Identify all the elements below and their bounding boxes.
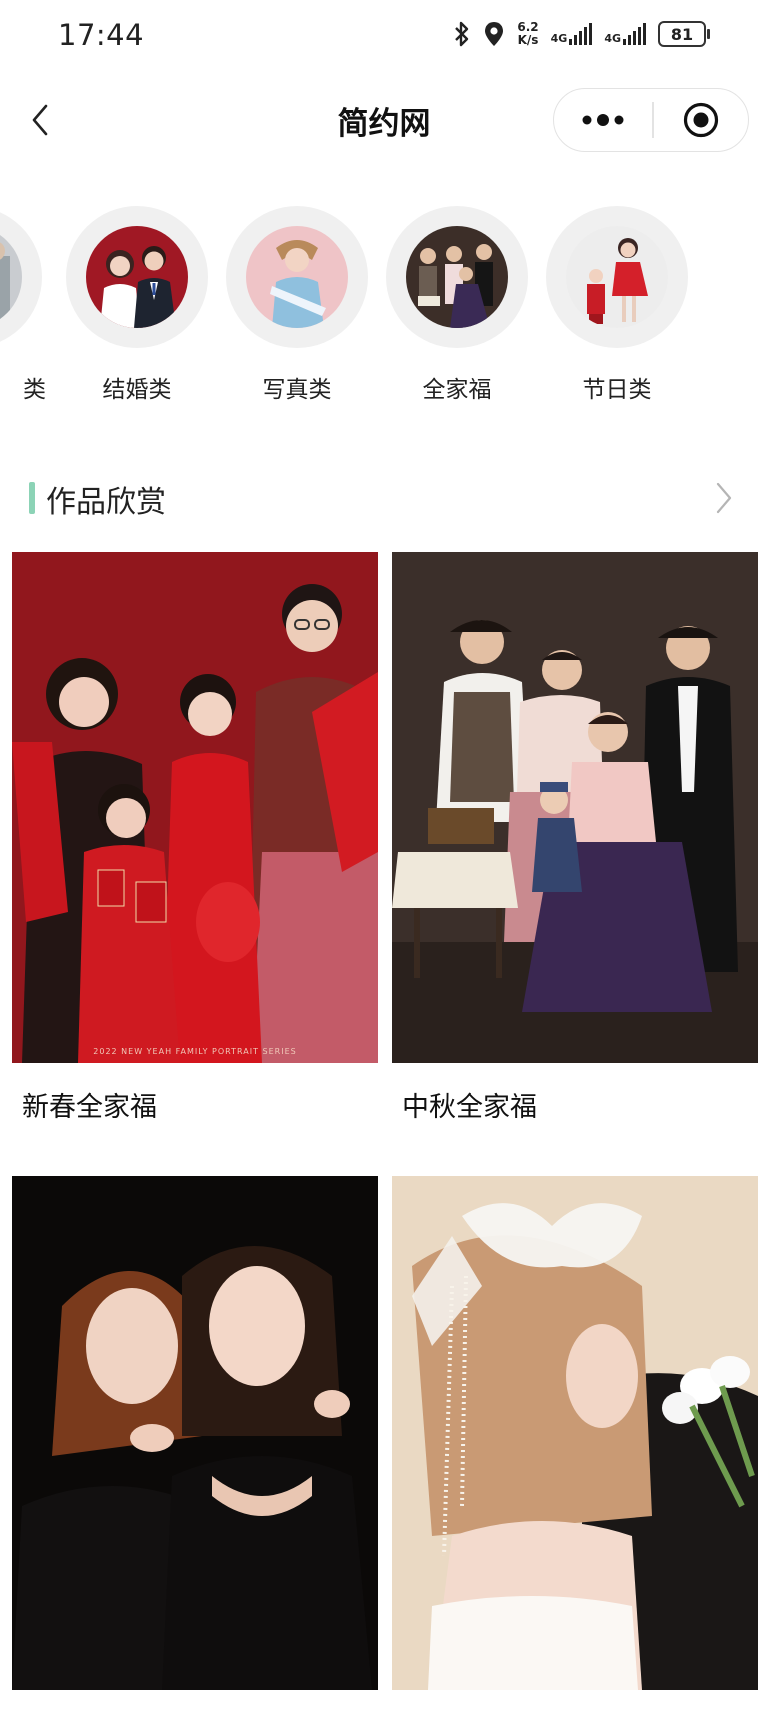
nav-bar: 简约网: [0, 76, 768, 164]
gallery-card[interactable]: 2022 NEW YEAH FAMILY PORTRAIT SERIES 新春全…: [12, 552, 378, 1124]
category-item[interactable]: 全家福: [382, 206, 532, 404]
category-circle: [0, 206, 42, 348]
close-button[interactable]: [654, 89, 749, 151]
gallery-card[interactable]: [392, 1176, 758, 1712]
category-image: [566, 226, 668, 328]
category-label: 写真类: [262, 377, 332, 403]
status-icons: 6.2 K/s 4G 4G 81: [453, 20, 710, 48]
section-title: 作品欣赏: [46, 485, 166, 520]
bluetooth-icon: [455, 21, 469, 47]
mini-program-capsule: [553, 88, 749, 152]
category-image: [406, 226, 508, 328]
category-image: [86, 226, 188, 328]
section-accent-bar: [29, 482, 35, 514]
category-label: 结婚类: [102, 377, 172, 403]
category-label: 类: [23, 377, 46, 403]
signal-icon: [623, 23, 646, 45]
category-item[interactable]: 节日类: [542, 206, 692, 404]
gallery-image-caption: 2022 NEW YEAH FAMILY PORTRAIT SERIES: [93, 1047, 296, 1056]
category-row: 类 结婚类 写真类 全家福 节日类: [0, 206, 768, 406]
gallery-image: 2022 NEW YEAH FAMILY PORTRAIT SERIES: [12, 552, 378, 1063]
category-circle: [546, 206, 688, 348]
gallery-card-title: 新春全家福: [22, 1092, 157, 1123]
target-close-icon: [683, 102, 718, 138]
category-item[interactable]: 类: [0, 206, 46, 404]
section-header: 作品欣赏: [0, 470, 768, 526]
signal-sim1: 4G: [551, 23, 593, 45]
gallery-card-title: 中秋全家福: [402, 1092, 537, 1123]
category-circle: [226, 206, 368, 348]
category-item[interactable]: 写真类: [222, 206, 372, 404]
gallery-image: [12, 1176, 378, 1690]
category-label: 节日类: [582, 377, 652, 403]
more-dots-icon: [582, 114, 624, 126]
category-item[interactable]: 结婚类: [62, 206, 212, 404]
category-image: [0, 226, 22, 328]
category-circle: [386, 206, 528, 348]
gallery-image: [392, 1176, 758, 1690]
net-speed: 6.2 K/s: [517, 21, 538, 47]
more-button[interactable]: [554, 89, 652, 151]
signal-icon: [569, 23, 593, 45]
sim2-label: 4G: [604, 32, 621, 45]
status-time: 17:44: [58, 18, 145, 52]
status-bar: 17:44 6.2 K/s 4G 4G 81: [0, 0, 768, 76]
category-label: 全家福: [422, 377, 492, 403]
chevron-right-icon[interactable]: [714, 480, 734, 516]
category-circle: [66, 206, 208, 348]
location-icon: [485, 22, 504, 46]
gallery-card[interactable]: [12, 1176, 378, 1712]
signal-sim2: 4G: [604, 23, 646, 45]
battery-level: 81: [670, 24, 694, 44]
sim1-label: 4G: [550, 32, 568, 45]
battery-icon: 81: [658, 21, 710, 47]
gallery-image: [392, 552, 758, 1063]
gallery-card[interactable]: 中秋全家福: [392, 552, 758, 1124]
category-image: [246, 226, 348, 328]
net-speed-unit: K/s: [517, 33, 539, 47]
